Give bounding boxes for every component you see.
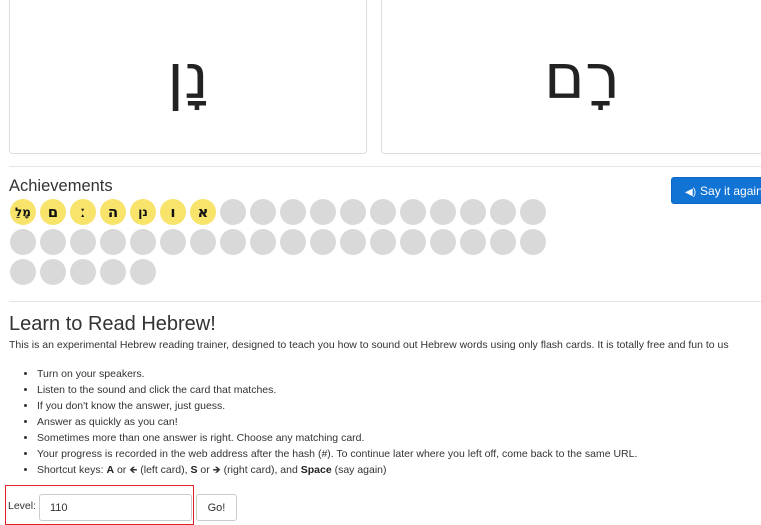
achievement-badge-locked [370, 229, 396, 255]
achievement-badge-locked [310, 199, 336, 225]
say-it-again-button[interactable]: ◀) Say it again [671, 177, 761, 204]
key-a: A [106, 464, 115, 476]
say-again-text: (say again) [331, 464, 387, 476]
achievement-badge-locked [400, 229, 426, 255]
achievement-badge-earned: מָלֵ [10, 199, 36, 225]
achievement-badge-locked [100, 229, 126, 255]
right-arrow-icon: 🡺 [212, 465, 221, 476]
achievement-badge-earned: נן [130, 199, 156, 225]
card-word: רָם [543, 39, 621, 113]
achievement-badge-locked [70, 229, 96, 255]
achievement-badge-locked [490, 199, 516, 225]
achievement-badge-locked [190, 229, 216, 255]
achievement-badge-locked [40, 259, 66, 285]
achievement-badge-locked [520, 229, 546, 255]
achievement-badge-earned: ה [100, 199, 126, 225]
level-input[interactable] [39, 494, 192, 521]
achievement-badge-locked [130, 259, 156, 285]
achievement-badge-locked [130, 229, 156, 255]
achievement-badge-locked [310, 229, 336, 255]
shortcut-keys-item: Shortcut keys: A or 🡸 (left card), S or … [37, 462, 637, 478]
achievement-badge-locked [460, 229, 486, 255]
achievement-badge-locked [370, 199, 396, 225]
achievement-badge-locked [460, 199, 486, 225]
right-card-text: (right card), and [220, 464, 301, 476]
achievement-badge-earned: ː [70, 199, 96, 225]
flash-card-right[interactable]: רָם [381, 0, 761, 154]
list-item: Listen to the sound and click the card t… [37, 382, 637, 398]
achievement-badge-locked [250, 199, 276, 225]
achievement-badge-earned: ו [160, 199, 186, 225]
list-item: Turn on your speakers. [37, 366, 637, 382]
achievements-title: Achievements [9, 177, 113, 195]
card-word: נָן [167, 39, 209, 113]
achievement-badge-locked [340, 229, 366, 255]
achievement-badge-earned: ם [40, 199, 66, 225]
speaker-icon: ◀) [685, 186, 697, 198]
achievement-badge-locked [520, 199, 546, 225]
achievement-badge-locked [220, 229, 246, 255]
page-title: Learn to Read Hebrew! [9, 313, 216, 335]
shortcut-prefix: Shortcut keys: [37, 464, 107, 476]
level-label: Level: [8, 500, 37, 512]
list-item: Sometimes more than one answer is right.… [37, 430, 637, 446]
achievement-badge-locked [40, 229, 66, 255]
achievement-badge-locked [280, 229, 306, 255]
or-text: or [114, 464, 130, 476]
achievement-badge-locked [10, 229, 36, 255]
list-item: If you don't know the answer, just guess… [37, 398, 637, 414]
instructions-list: Turn on your speakers. Listen to the sou… [12, 366, 637, 478]
achievement-badge-locked [250, 229, 276, 255]
flash-card-left[interactable]: נָן [9, 0, 367, 154]
achievement-badge-earned: א [190, 199, 216, 225]
achievement-badge-locked [10, 259, 36, 285]
left-card-text: (left card), [137, 464, 191, 476]
intro-text: This is an experimental Hebrew reading t… [9, 339, 729, 351]
key-space: Space [300, 464, 332, 476]
achievement-badge-locked [430, 199, 456, 225]
list-item: Answer as quickly as you can! [37, 414, 637, 430]
go-button[interactable]: Go! [196, 494, 237, 521]
achievement-badge-locked [490, 229, 516, 255]
list-item: Your progress is recorded in the web add… [37, 446, 637, 462]
achievement-badge-locked [280, 199, 306, 225]
or-text: or [197, 464, 213, 476]
divider [9, 166, 761, 167]
achievement-badge-locked [160, 229, 186, 255]
achievement-badge-locked [70, 259, 96, 285]
achievement-badge-locked [340, 199, 366, 225]
achievement-badge-locked [220, 199, 246, 225]
achievement-badge-locked [100, 259, 126, 285]
divider [9, 301, 761, 302]
say-it-again-label: Say it again [700, 183, 761, 198]
achievement-badge-locked [400, 199, 426, 225]
achievement-badge-locked [430, 229, 456, 255]
